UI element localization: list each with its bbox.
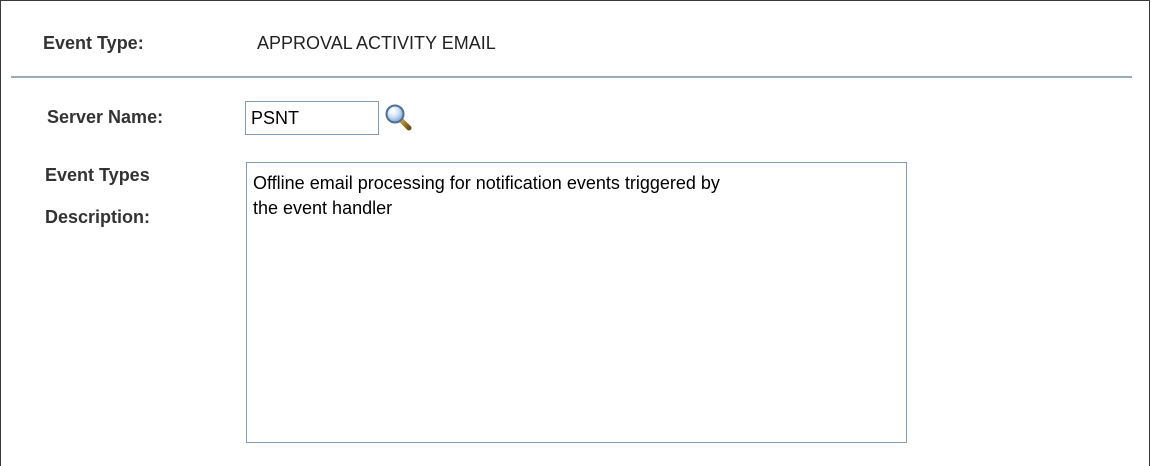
section-divider [11,76,1132,78]
magnifier-icon[interactable] [383,102,413,132]
event-type-value: APPROVAL ACTIVITY EMAIL [257,33,496,53]
server-name-input[interactable] [245,101,379,135]
event-type-panel: Event Type: APPROVAL ACTIVITY EMAIL Serv… [0,0,1150,466]
description-label-line1: Event Types [45,165,150,185]
event-types-description-textarea[interactable]: Offline email processing for notificatio… [246,162,907,443]
description-label-line2: Description: [45,207,151,227]
server-name-label: Server Name: [47,107,164,127]
event-type-label: Event Type: [43,33,144,53]
